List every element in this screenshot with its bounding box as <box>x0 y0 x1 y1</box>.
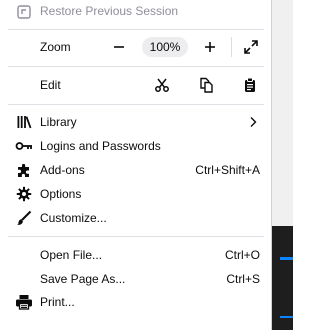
separator <box>8 236 264 237</box>
paste-button[interactable] <box>239 74 261 96</box>
page-edge-dark-area <box>272 226 293 330</box>
key-icon <box>14 136 34 156</box>
addons-label: Add-ons <box>40 163 85 177</box>
edit-label: Edit <box>40 78 61 92</box>
paintbrush-icon <box>14 208 34 228</box>
library-label: Library <box>40 115 77 129</box>
menu-item-open-file[interactable]: Open File... Ctrl+O <box>0 243 272 267</box>
menu-item-logins[interactable]: Logins and Passwords <box>0 134 272 158</box>
fullscreen-icon <box>244 40 258 54</box>
print-label: Print... <box>40 295 75 309</box>
zoom-label: Zoom <box>40 40 71 54</box>
zoom-in-button[interactable] <box>199 36 221 58</box>
restore-session-label: Restore Previous Session <box>40 4 179 18</box>
logins-label: Logins and Passwords <box>40 139 161 153</box>
chevron-right-icon <box>248 116 258 128</box>
restore-session-icon <box>14 2 34 22</box>
cut-button[interactable] <box>151 74 173 96</box>
menu-item-library[interactable]: Library <box>0 110 272 134</box>
menu-item-print[interactable]: Print... <box>0 290 272 314</box>
minus-icon <box>114 46 124 48</box>
printer-icon <box>14 292 34 312</box>
app-menu-panel: Restore Previous Session Zoom 100% Edit … <box>0 0 272 330</box>
separator <box>8 29 264 30</box>
gear-icon <box>14 184 34 204</box>
addons-shortcut: Ctrl+Shift+A <box>195 163 260 177</box>
copy-button[interactable] <box>195 74 217 96</box>
menu-item-zoom: Zoom 100% <box>0 35 272 59</box>
copy-icon <box>200 77 213 93</box>
save-page-shortcut: Ctrl+S <box>226 272 260 286</box>
zoom-divider <box>231 37 232 57</box>
fullscreen-button[interactable] <box>240 36 262 58</box>
zoom-reset-button[interactable]: 100% <box>142 37 188 57</box>
puzzle-icon <box>14 160 34 180</box>
plus-icon <box>205 42 215 52</box>
open-file-label: Open File... <box>40 248 103 262</box>
options-label: Options <box>40 187 82 201</box>
library-icon <box>14 112 34 132</box>
menu-item-options[interactable]: Options <box>0 182 272 206</box>
menu-item-save-page[interactable]: Save Page As... Ctrl+S <box>0 267 272 291</box>
menu-item-restore-session[interactable]: Restore Previous Session <box>0 0 272 24</box>
page-edge-blue-line-2 <box>280 316 293 318</box>
separator <box>8 66 264 67</box>
menu-item-customize[interactable]: Customize... <box>0 206 272 230</box>
menu-item-edit: Edit <box>0 73 272 97</box>
scissors-icon <box>155 78 169 92</box>
open-file-shortcut: Ctrl+O <box>224 248 260 262</box>
menu-item-addons[interactable]: Add-ons Ctrl+Shift+A <box>0 158 272 182</box>
save-page-label: Save Page As... <box>40 272 126 286</box>
paste-icon <box>245 77 255 92</box>
zoom-out-button[interactable] <box>108 36 130 58</box>
customize-label: Customize... <box>40 211 107 225</box>
page-edge-blue-line <box>280 257 293 260</box>
separator <box>8 104 264 105</box>
